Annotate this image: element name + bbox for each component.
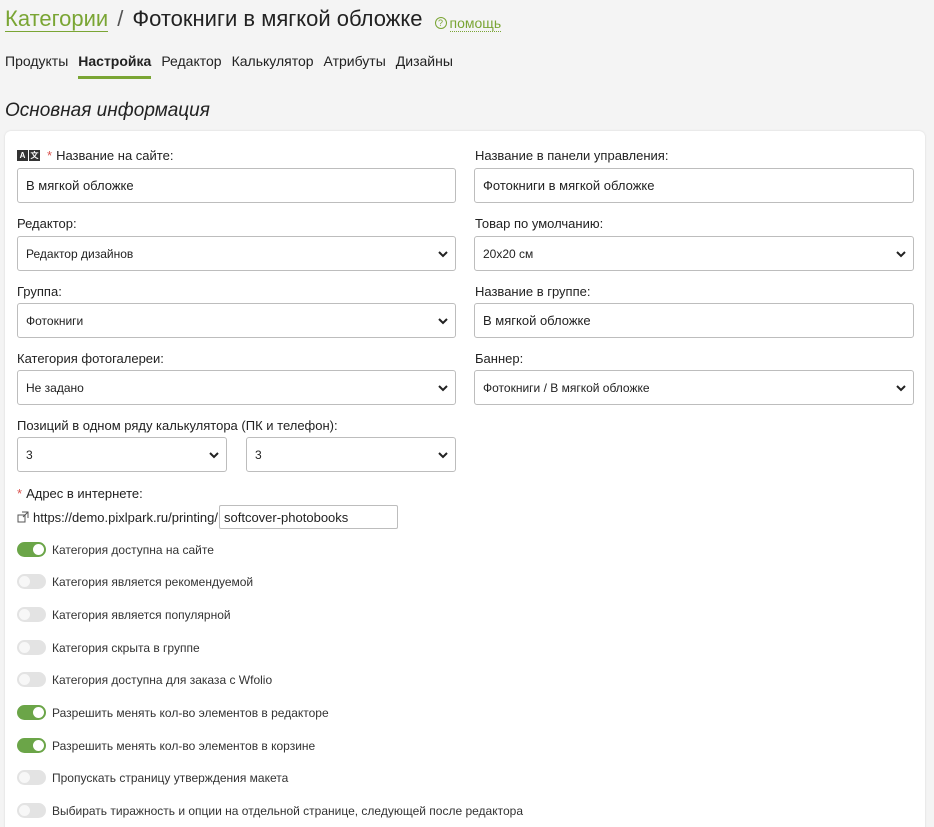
toggle-switch[interactable] — [17, 770, 46, 785]
url-slug-value: softcover-photobooks — [223, 509, 349, 525]
page-title: Фотокниги в мягкой обложке — [132, 6, 423, 31]
url-prefix: https://demo.pixlpark.ru/printing/ — [33, 509, 218, 525]
toggle-switch[interactable] — [17, 574, 46, 589]
translate-icon[interactable]: A文 — [17, 150, 41, 161]
toggle-switch[interactable] — [17, 607, 46, 622]
url-row: https://demo.pixlpark.ru/printing/ softc… — [17, 505, 398, 529]
toggle-row: Категория скрыта в группе — [17, 640, 200, 655]
toggle-label: Категория доступна на сайте — [52, 542, 214, 557]
chevron-down-icon — [438, 251, 448, 258]
chevron-down-icon — [209, 452, 219, 459]
toggle-label: Разрешить менять кол-во элементов в корз… — [52, 738, 316, 753]
toggle-switch[interactable] — [17, 803, 46, 818]
toggle-switch[interactable] — [17, 738, 46, 753]
toggle-label: Категория является рекомендуемой — [52, 574, 254, 589]
admin-name-label: Название в панели управления: — [475, 148, 669, 163]
main-info-card: A文 * Название на сайте: В мягкой обложке… — [5, 131, 925, 827]
gallery-category-value: Не задано — [26, 380, 84, 395]
toggle-label: Разрешить менять кол-во элементов в реда… — [52, 705, 329, 720]
toggle-row: Категория доступна на сайте — [17, 542, 214, 557]
breadcrumb-separator: / — [117, 6, 124, 31]
url-slug-input[interactable]: softcover-photobooks — [218, 505, 398, 529]
positions-phone-select[interactable]: 3 — [246, 437, 456, 472]
group-value: Фотокниги — [26, 313, 84, 328]
toggle-switch[interactable] — [17, 640, 46, 655]
editor-select[interactable]: Редактор дизайнов — [17, 236, 456, 271]
url-label-row: * Адрес в интернете: — [17, 486, 143, 501]
toggle-row: Категория является популярной — [17, 607, 231, 622]
banner-value: Фотокниги / В мягкой обложке — [483, 380, 650, 395]
tab-editor[interactable]: Редактор — [161, 52, 221, 79]
toggle-row: Категория является рекомендуемой — [17, 574, 253, 589]
toggle-row: Категория доступна для заказа с Wfolio — [17, 672, 272, 687]
external-link-icon[interactable] — [17, 511, 29, 523]
editor-label: Редактор: — [17, 216, 77, 231]
positions-pc-select[interactable]: 3 — [17, 437, 227, 472]
gallery-category-label: Категория фотогалереи: — [17, 351, 164, 366]
tab-bar: Продукты Настройка Редактор Калькулятор … — [5, 52, 453, 79]
toggle-label: Выбирать тиражность и опции на отдельной… — [52, 803, 523, 818]
editor-value: Редактор дизайнов — [26, 246, 134, 261]
group-name-label: Название в группе: — [475, 284, 591, 299]
tab-settings[interactable]: Настройка — [78, 52, 152, 79]
toggle-row: Выбирать тиражность и опции на отдельной… — [17, 803, 523, 818]
help-link[interactable]: ? помощь — [434, 14, 502, 32]
page-header: Категории / Фотокниги в мягкой обложке ?… — [5, 6, 502, 32]
group-select[interactable]: Фотокниги — [17, 303, 456, 338]
group-name-input[interactable]: В мягкой обложке — [474, 303, 914, 338]
site-name-label: Название на сайте: — [56, 148, 174, 163]
toggle-label: Категория является популярной — [52, 607, 231, 622]
positions-pc-value: 3 — [26, 447, 33, 462]
required-marker: * — [47, 148, 53, 163]
toggle-label: Пропускать страницу утверждения макета — [52, 770, 289, 785]
toggle-row: Разрешить менять кол-во элементов в реда… — [17, 705, 329, 720]
positions-label: Позиций в одном ряду калькулятора (ПК и … — [17, 418, 338, 433]
question-circle-icon: ? — [434, 17, 447, 29]
default-product-label: Товар по умолчанию: — [475, 216, 604, 231]
chevron-down-icon — [438, 385, 448, 392]
toggle-row: Пропускать страницу утверждения макета — [17, 770, 288, 785]
banner-select[interactable]: Фотокниги / В мягкой обложке — [474, 370, 914, 405]
toggle-label: Категория доступна для заказа с Wfolio — [52, 672, 273, 687]
toggle-label: Категория скрыта в группе — [52, 640, 200, 655]
required-marker: * — [17, 486, 23, 501]
admin-name-input[interactable]: Фотокниги в мягкой обложке — [474, 168, 914, 203]
toggle-row: Разрешить менять кол-во элементов в корз… — [17, 738, 315, 753]
tab-attributes[interactable]: Атрибуты — [324, 52, 386, 79]
toggle-switch[interactable] — [17, 542, 46, 557]
toggle-switch[interactable] — [17, 705, 46, 720]
chevron-down-icon — [438, 318, 448, 325]
tab-calculator[interactable]: Калькулятор — [232, 52, 314, 79]
group-name-value: В мягкой обложке — [483, 313, 591, 328]
admin-name-value: Фотокниги в мягкой обложке — [483, 178, 655, 193]
section-title: Основная информация — [5, 100, 210, 121]
chevron-down-icon — [896, 385, 906, 392]
default-product-select[interactable]: 20x20 см — [474, 236, 914, 271]
tab-products[interactable]: Продукты — [5, 52, 68, 79]
tab-designs[interactable]: Дизайны — [396, 52, 453, 79]
default-product-value: 20x20 см — [483, 246, 534, 261]
positions-phone-value: 3 — [255, 447, 262, 462]
banner-label: Баннер: — [475, 351, 524, 366]
toggle-switch[interactable] — [17, 672, 46, 687]
site-name-input[interactable]: В мягкой обложке — [17, 168, 456, 203]
site-name-label-row: A文 * Название на сайте: — [17, 148, 173, 163]
breadcrumb-categories-link[interactable]: Категории — [5, 7, 109, 32]
chevron-down-icon — [896, 251, 906, 258]
help-label: помощь — [449, 14, 502, 32]
gallery-category-select[interactable]: Не задано — [17, 370, 456, 405]
group-label: Группа: — [17, 284, 62, 299]
chevron-down-icon — [438, 452, 448, 459]
url-label: Адрес в интернете: — [26, 486, 143, 501]
site-name-value: В мягкой обложке — [26, 178, 134, 193]
